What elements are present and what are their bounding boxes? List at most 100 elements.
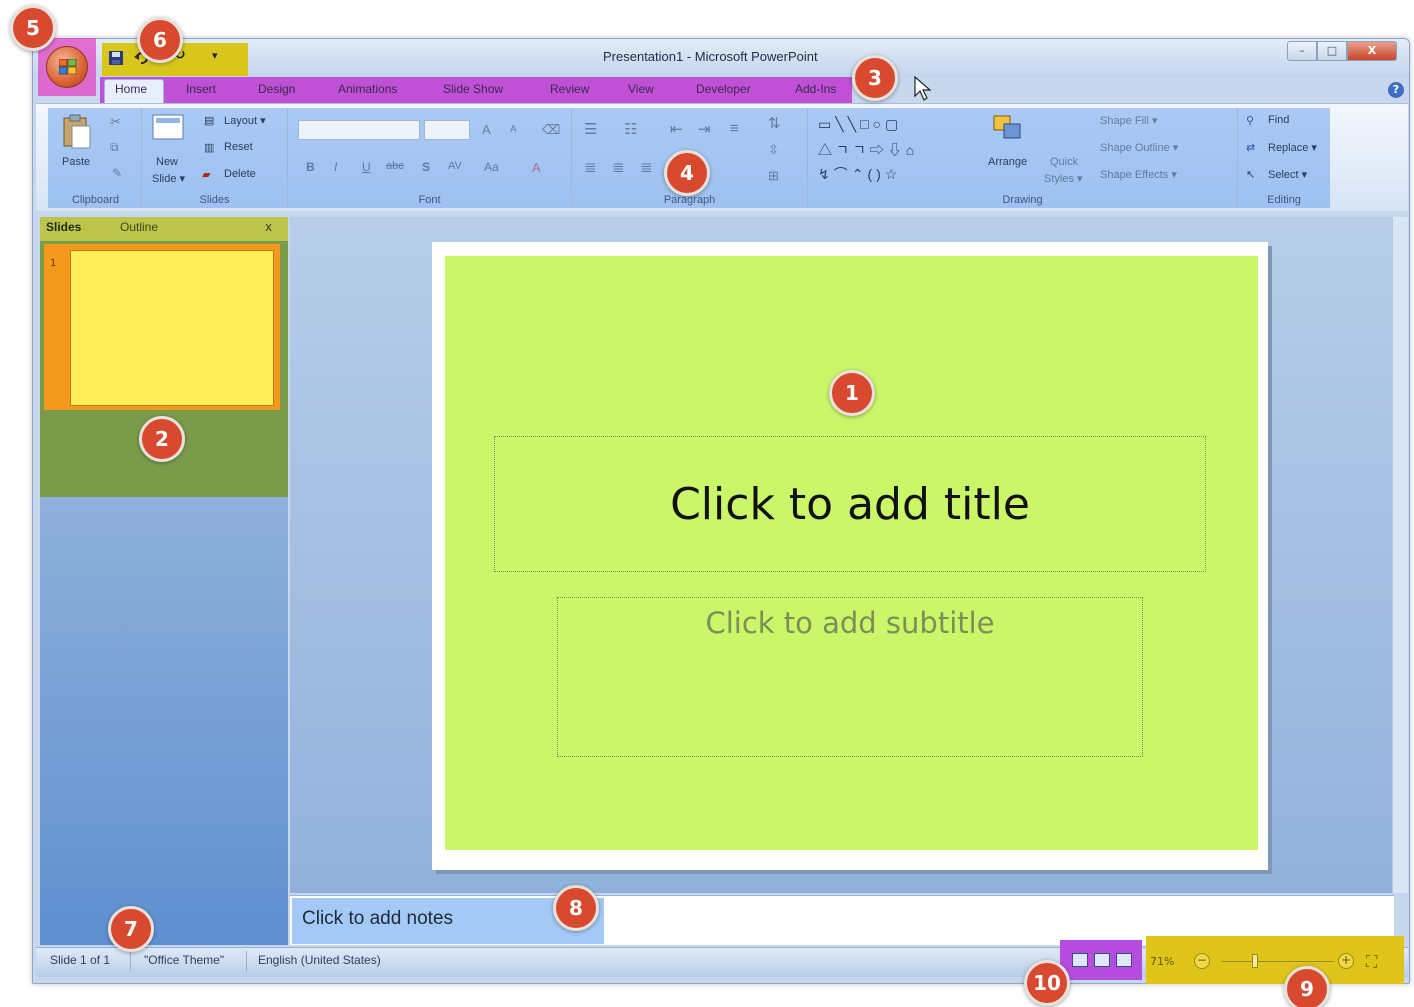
notes-placeholder[interactable]: Click to add notes xyxy=(302,908,453,930)
maximize-button[interactable]: □ xyxy=(1317,41,1347,61)
new-slide-label[interactable]: New xyxy=(156,156,178,168)
reset-button[interactable]: Reset xyxy=(224,141,253,153)
tab-design[interactable]: Design xyxy=(258,82,295,96)
callout-9: 9 xyxy=(1284,966,1330,1007)
slide-show-view-icon[interactable] xyxy=(1116,953,1132,967)
vertical-scrollbar[interactable] xyxy=(1392,217,1408,893)
normal-view-icon[interactable] xyxy=(1072,953,1088,967)
text-shadow-button[interactable]: S xyxy=(422,160,430,174)
bullets-icon[interactable]: ☰ xyxy=(584,120,597,138)
line-spacing-icon[interactable]: ≡ xyxy=(730,120,739,137)
delete-button[interactable]: Delete xyxy=(224,168,256,180)
new-slide-icon[interactable] xyxy=(152,114,186,144)
tab-developer[interactable]: Developer xyxy=(696,82,751,96)
format-painter-icon[interactable]: ✎ xyxy=(112,166,122,180)
slide-sorter-view-icon[interactable] xyxy=(1094,953,1110,967)
quick-styles-button[interactable]: Quick xyxy=(1050,156,1078,168)
align-text-icon[interactable]: ⇳ xyxy=(768,142,779,158)
zoom-level[interactable]: 71% xyxy=(1150,955,1174,968)
delete-icon[interactable]: ▰ xyxy=(202,168,210,181)
callout-7: 7 xyxy=(108,906,154,952)
fit-to-window-icon[interactable]: ⛶ xyxy=(1366,952,1377,972)
paste-icon[interactable] xyxy=(62,114,92,150)
slides-group-label: Slides xyxy=(199,194,230,206)
clipboard-group-label: Clipboard xyxy=(71,194,120,206)
tab-slides[interactable]: Slides xyxy=(46,220,81,234)
find-icon[interactable]: ⚲ xyxy=(1246,114,1254,127)
close-button[interactable]: X xyxy=(1347,41,1397,61)
shape-effects-button[interactable]: Shape Effects ▾ xyxy=(1100,168,1177,181)
arrange-button[interactable]: Arrange xyxy=(988,156,1027,168)
minimize-button[interactable]: – xyxy=(1287,41,1317,61)
strikethrough-button[interactable]: abc xyxy=(386,160,404,172)
tab-view[interactable]: View xyxy=(628,82,654,96)
callout-4: 4 xyxy=(664,150,710,196)
slide-thumbnail[interactable] xyxy=(70,250,274,406)
increase-indent-icon[interactable]: ⇥ xyxy=(698,120,711,138)
zoom-in-button[interactable]: + xyxy=(1338,953,1354,969)
smartart-icon[interactable]: ⊞ xyxy=(768,168,779,184)
tab-outline[interactable]: Outline xyxy=(120,220,158,234)
tab-home[interactable]: Home xyxy=(115,82,147,96)
shrink-font-button[interactable]: A xyxy=(510,124,517,135)
subtitle-placeholder-text: Click to add subtitle xyxy=(705,606,995,640)
reset-icon[interactable]: ▥ xyxy=(204,141,214,154)
character-spacing-button[interactable]: AV xyxy=(448,160,462,172)
zoom-slider-thumb[interactable] xyxy=(1252,954,1258,968)
language-status[interactable]: English (United States) xyxy=(258,953,381,967)
subtitle-placeholder[interactable]: Click to add subtitle xyxy=(557,597,1143,757)
align-left-icon[interactable]: ≣ xyxy=(584,158,597,176)
tab-animations[interactable]: Animations xyxy=(338,82,397,96)
font-name-dropdown[interactable] xyxy=(298,120,420,140)
copy-icon[interactable]: ⧉ xyxy=(110,140,119,155)
align-center-icon[interactable]: ≣ xyxy=(612,158,625,176)
find-button[interactable]: Find xyxy=(1268,114,1289,126)
arrange-icon[interactable] xyxy=(992,114,1026,144)
theme-name: "Office Theme" xyxy=(144,953,225,967)
decrease-indent-icon[interactable]: ⇤ xyxy=(670,120,683,138)
underline-button[interactable]: U xyxy=(362,160,371,174)
drawing-group: ▭╲╲□○▢ △ㄱㄱ⇨⇩⌂ ↯⌒⌃()☆ Arrange Quick Style… xyxy=(808,108,1238,208)
numbering-icon[interactable]: ☷ xyxy=(624,120,637,138)
new-slide-dropdown-label[interactable]: Slide ▾ xyxy=(152,172,185,185)
office-button[interactable] xyxy=(46,46,88,88)
layout-button[interactable]: Layout ▾ xyxy=(224,114,266,127)
quick-styles-dropdown[interactable]: Styles ▾ xyxy=(1044,172,1083,185)
grow-font-button[interactable]: A xyxy=(482,122,491,137)
title-placeholder[interactable]: Click to add title xyxy=(494,436,1206,572)
shape-outline-button[interactable]: Shape Outline ▾ xyxy=(1100,141,1178,154)
cut-icon[interactable]: ✂ xyxy=(110,114,121,130)
bold-button[interactable]: B xyxy=(306,160,315,174)
customize-qat-icon[interactable]: ▾ xyxy=(212,49,218,62)
zoom-out-button[interactable]: − xyxy=(1194,953,1210,969)
shapes-gallery-row-2[interactable]: △ㄱㄱ⇨⇩⌂ xyxy=(818,140,918,160)
callout-10: 10 xyxy=(1024,960,1070,1006)
drawing-group-label: Drawing xyxy=(1002,194,1043,206)
select-icon[interactable]: ↖ xyxy=(1246,168,1255,181)
window-title: Presentation1 - Microsoft PowerPoint xyxy=(603,49,818,64)
font-size-dropdown[interactable] xyxy=(424,120,470,140)
shape-fill-button[interactable]: Shape Fill ▾ xyxy=(1100,114,1158,127)
layout-icon[interactable]: ▤ xyxy=(204,114,214,127)
clear-formatting-icon[interactable]: ⌫ xyxy=(542,122,560,138)
select-button[interactable]: Select ▾ xyxy=(1268,168,1307,181)
replace-button[interactable]: Replace ▾ xyxy=(1268,141,1317,154)
screenshot-stage: Presentation1 - Microsoft PowerPoint – □… xyxy=(0,0,1414,1007)
replace-icon[interactable]: ⇄ xyxy=(1246,141,1255,154)
change-case-button[interactable]: Aa xyxy=(484,160,499,174)
tab-add-ins[interactable]: Add-Ins xyxy=(795,82,836,96)
title-placeholder-text: Click to add title xyxy=(670,479,1030,530)
pane-close-icon[interactable]: x xyxy=(265,220,272,234)
tab-review[interactable]: Review xyxy=(550,82,589,96)
shapes-gallery-row-3[interactable]: ↯⌒⌃()☆ xyxy=(818,164,901,184)
save-icon[interactable] xyxy=(108,50,124,66)
help-icon[interactable]: ? xyxy=(1388,82,1404,98)
zoom-slider-track[interactable] xyxy=(1222,961,1334,962)
italic-button[interactable]: I xyxy=(334,160,337,174)
tab-insert[interactable]: Insert xyxy=(186,82,216,96)
shapes-gallery-row-1[interactable]: ▭╲╲□○▢ xyxy=(818,116,902,133)
font-color-icon[interactable]: A xyxy=(532,160,541,175)
align-right-icon[interactable]: ≣ xyxy=(640,158,653,176)
tab-slide-show[interactable]: Slide Show xyxy=(443,82,503,96)
text-direction-icon[interactable]: ⇅ xyxy=(768,114,781,132)
